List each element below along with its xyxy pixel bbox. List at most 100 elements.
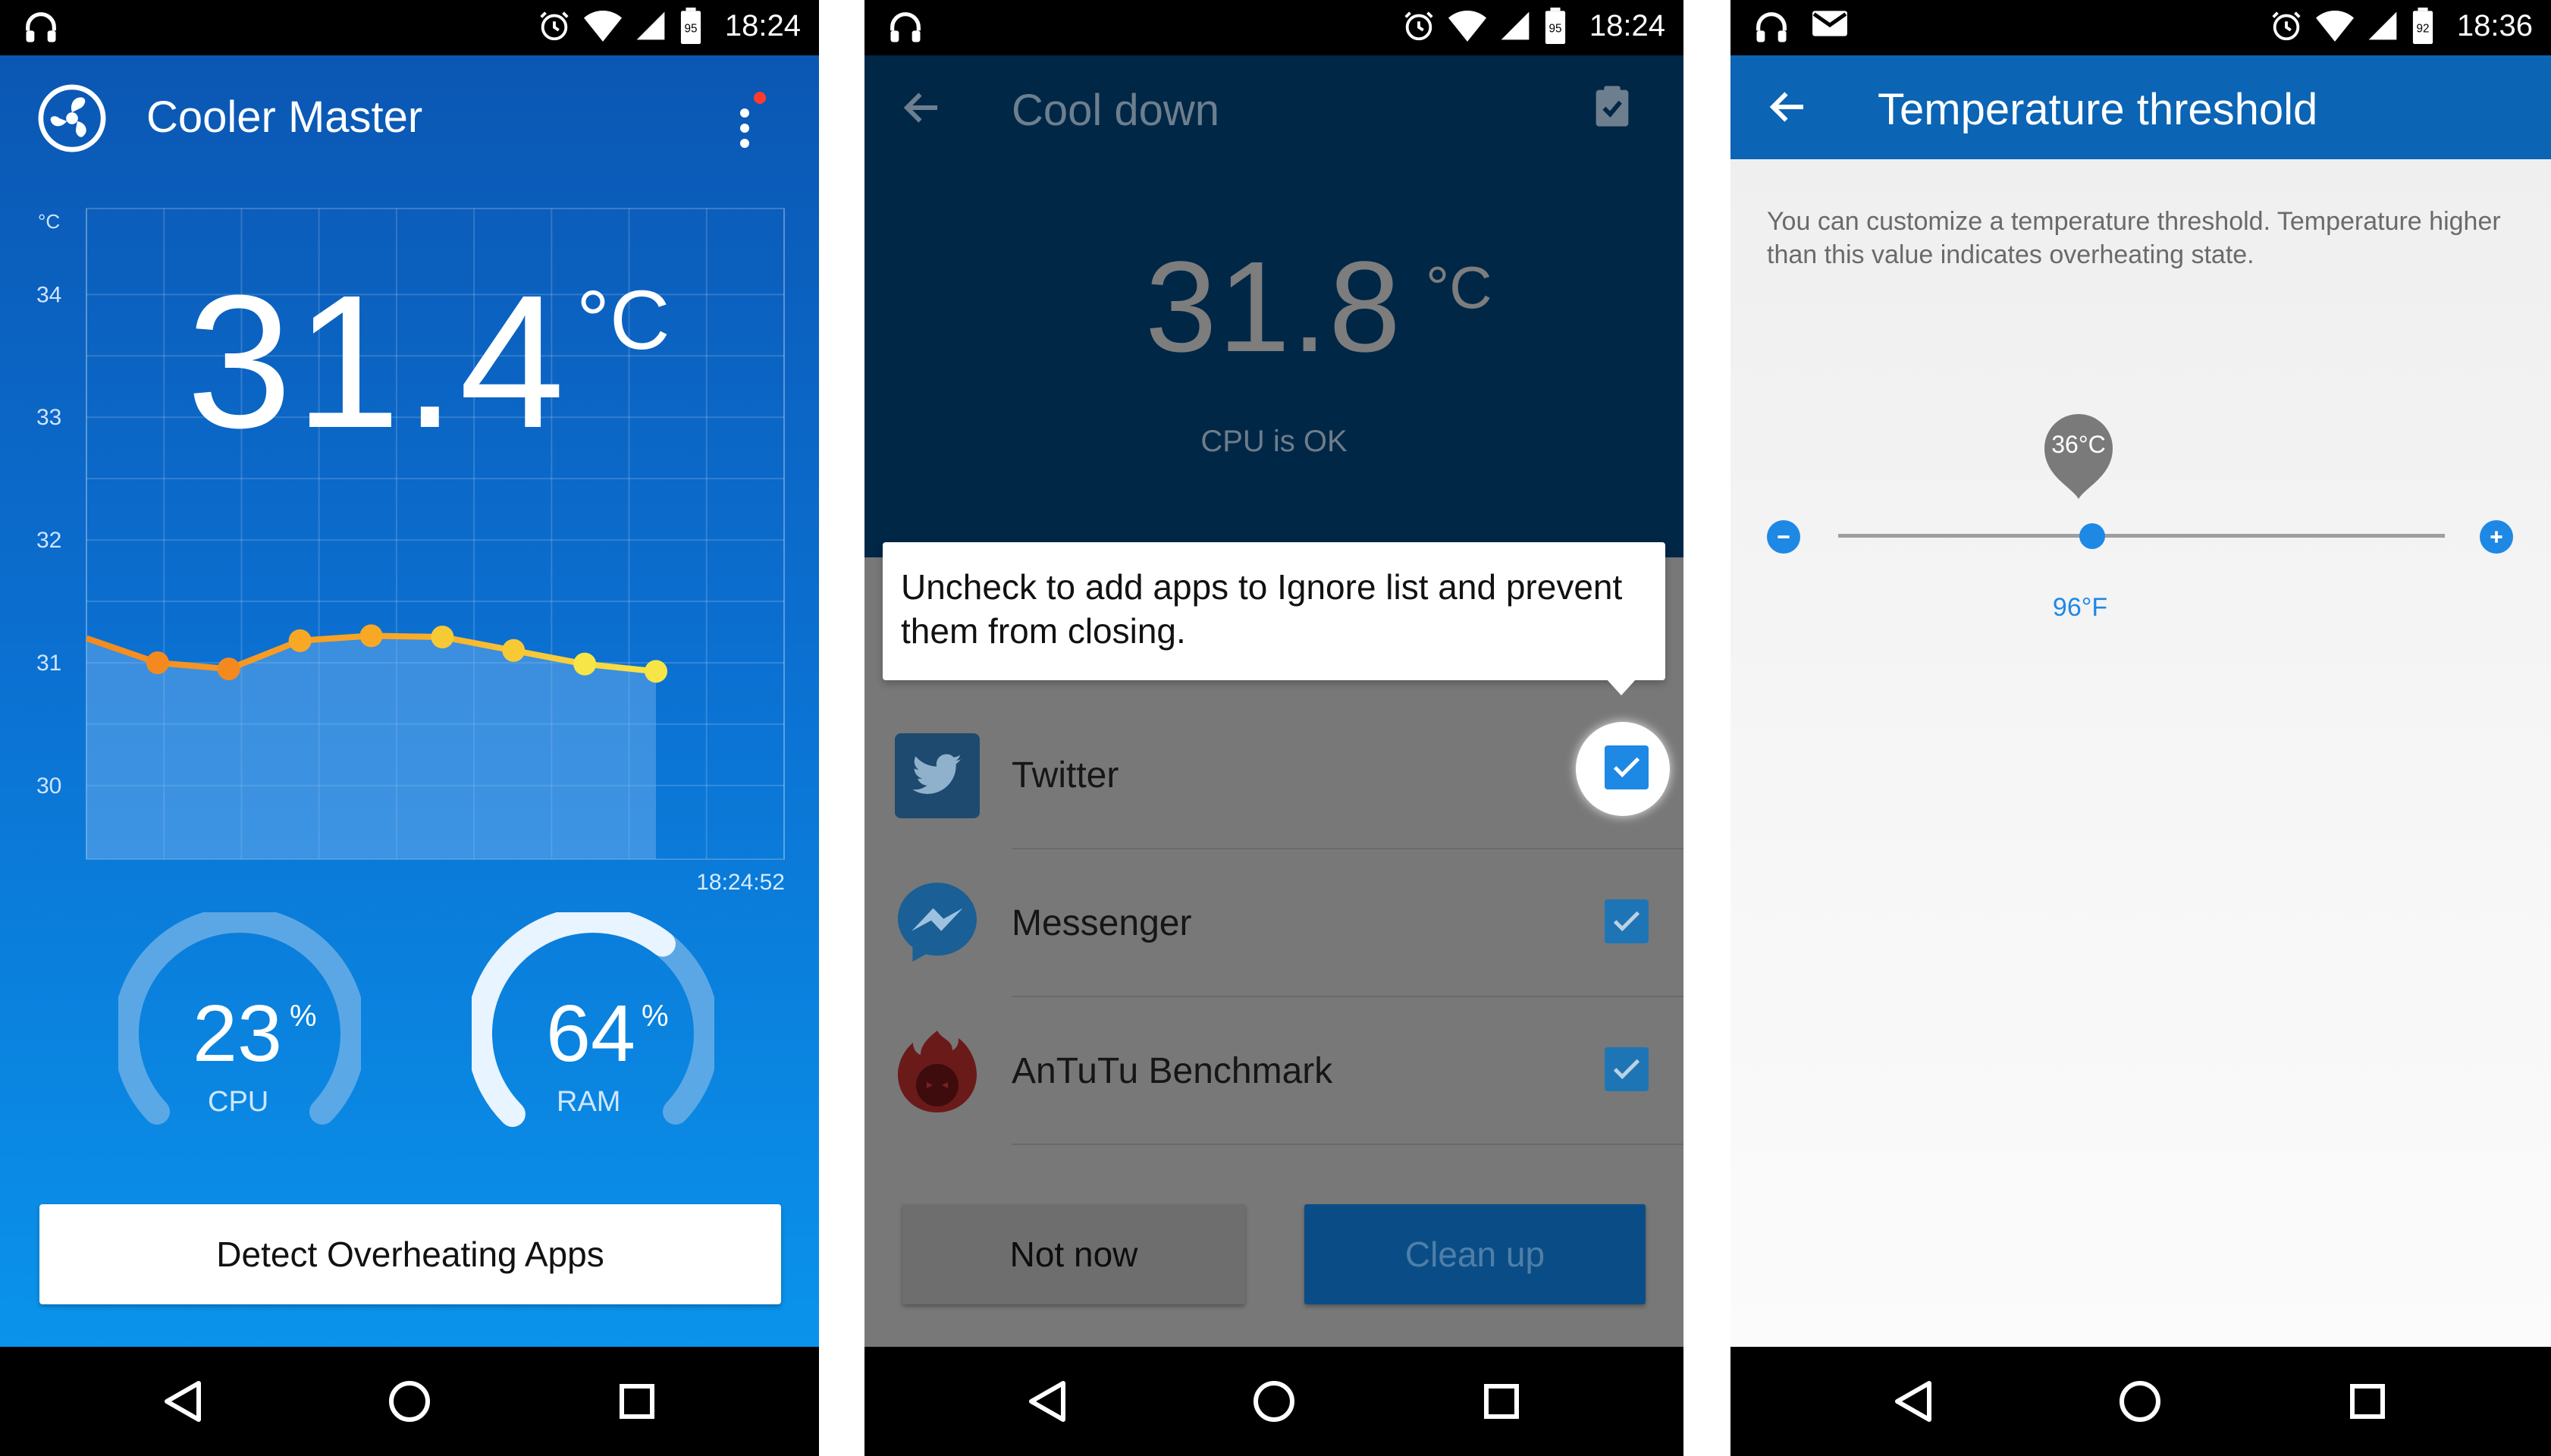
tooltip-arrow <box>1606 679 1636 695</box>
ram-unit: % <box>642 999 669 1033</box>
threshold-slider-track[interactable] <box>1838 534 2445 538</box>
ram-label: RAM <box>557 1086 621 1118</box>
status-time: 18:24 <box>1589 8 1665 42</box>
back-button[interactable] <box>1765 84 1811 130</box>
y-tick-label: 34 <box>36 282 61 307</box>
nav-back-button[interactable] <box>1018 1373 1075 1430</box>
app-bar: Cooler Master <box>0 55 819 183</box>
messenger-app-icon <box>898 883 977 962</box>
cool-down-screen: 95 18:24 Cool down 31.8 °C CPU is OK Twi… <box>864 0 1683 1456</box>
tooltip-text: Uncheck to add apps to Ignore list and p… <box>901 567 1623 651</box>
cpu-label: CPU <box>208 1086 269 1118</box>
status-bar: 95 18:24 <box>864 0 1683 55</box>
arrow-back-icon <box>903 93 937 123</box>
y-tick-label: 30 <box>36 774 61 799</box>
home-circle-icon <box>1254 1381 1294 1422</box>
fan-logo-icon <box>38 84 106 152</box>
gmail-icon <box>1812 11 1847 36</box>
cpu-value: 23 <box>193 989 282 1078</box>
y-tick-label: 31 <box>36 651 61 676</box>
chart-area-fill <box>86 635 656 859</box>
chart-data-point <box>288 629 312 652</box>
cell-signal-icon <box>636 11 665 40</box>
app-name: Twitter <box>1012 755 1119 795</box>
chart-data-point <box>502 639 526 662</box>
chart-time-label: 18:24:52 <box>696 870 785 895</box>
cpu-unit: % <box>290 999 317 1033</box>
app-bar: Temperature threshold <box>1730 55 2551 159</box>
status-bar: 95 18:24 <box>0 0 819 55</box>
status-time: 18:36 <box>2456 8 2533 42</box>
messenger-checkbox[interactable] <box>1605 899 1649 943</box>
cell-signal-icon <box>1501 11 1530 40</box>
battery-level: 92 <box>2416 23 2429 36</box>
app-name: Messenger <box>1012 903 1192 943</box>
home-circle-icon <box>2120 1381 2160 1422</box>
navigation-bar <box>864 1347 1683 1456</box>
chart-data-point <box>217 657 240 681</box>
ignore-list-tooltip: Uncheck to add apps to Ignore list and p… <box>883 542 1665 680</box>
chart-data-point <box>573 652 597 676</box>
alarm-icon <box>540 11 569 41</box>
check-icon <box>1613 911 1640 932</box>
twitter-checkbox[interactable] <box>1605 745 1649 789</box>
battery-level: 95 <box>684 23 697 36</box>
chart-data-point <box>146 651 169 674</box>
cooler-master-main-screen: 95 18:24 Cooler Master °C 34 33 32 31 30… <box>0 0 819 1456</box>
nav-home-button[interactable] <box>381 1373 438 1430</box>
threshold-slider-thumb[interactable] <box>2079 523 2105 549</box>
detect-overheating-apps-button[interactable]: Detect Overheating Apps <box>39 1204 781 1304</box>
decrease-button[interactable] <box>1767 520 1800 554</box>
app-name: AnTuTu Benchmark <box>1012 1051 1333 1091</box>
nav-recents-button[interactable] <box>1473 1373 1530 1430</box>
status-time: 18:24 <box>724 8 801 42</box>
increase-button[interactable] <box>2480 520 2513 554</box>
temperature-unit: °C <box>1426 254 1492 321</box>
headphones-icon <box>890 12 921 42</box>
check-icon <box>1613 1059 1640 1080</box>
antutu-app-icon <box>898 1031 977 1112</box>
nav-recents-button[interactable] <box>608 1373 666 1430</box>
nav-back-button[interactable] <box>153 1373 211 1430</box>
back-triangle-icon <box>1029 1381 1065 1422</box>
not-now-button[interactable]: Not now <box>902 1204 1245 1304</box>
clean-up-button[interactable]: Clean up <box>1304 1204 1646 1304</box>
temperature-unit: °C <box>576 274 670 367</box>
current-temperature: 31.8 <box>1145 235 1402 379</box>
minus-icon <box>1778 535 1790 538</box>
y-tick-label: 32 <box>36 528 61 553</box>
settings-body <box>1730 159 2551 1347</box>
clipboard-check-button[interactable] <box>1588 82 1636 130</box>
recents-square-icon <box>620 1384 654 1419</box>
page-title: Temperature threshold <box>1878 85 2318 134</box>
slider-fahrenheit-value: 96°F <box>2052 593 2108 622</box>
nav-recents-button[interactable] <box>2339 1373 2396 1430</box>
antutu-checkbox[interactable] <box>1605 1047 1649 1091</box>
threshold-description: You can customize a temperature threshol… <box>1767 207 2501 269</box>
cpu-status-text: CPU is OK <box>1200 425 1348 458</box>
headphones-icon <box>26 12 56 42</box>
y-tick-label: 33 <box>36 405 61 430</box>
overflow-menu-button[interactable] <box>728 90 766 158</box>
check-icon <box>1613 757 1640 778</box>
nav-home-button[interactable] <box>2111 1373 2169 1430</box>
alarm-icon <box>1404 11 1433 41</box>
cell-signal-icon <box>2368 11 2397 40</box>
nav-back-button[interactable] <box>1884 1373 1941 1430</box>
list-item-twitter[interactable]: Twitter <box>864 701 1683 849</box>
twitter-app-icon <box>895 733 980 818</box>
battery-icon: 95 <box>1545 8 1565 44</box>
chart-data-point <box>359 624 383 648</box>
list-item-messenger[interactable]: Messenger <box>864 849 1683 997</box>
battery-icon: 95 <box>680 8 701 44</box>
wifi-icon <box>2315 11 2354 42</box>
list-item-antutu[interactable]: AnTuTu Benchmark <box>864 997 1683 1145</box>
alarm-icon <box>2272 11 2301 41</box>
navigation-bar <box>1730 1347 2551 1456</box>
back-button[interactable] <box>899 85 945 130</box>
slider-celsius-value: 36°C <box>2051 431 2106 458</box>
notification-dot <box>754 92 766 104</box>
nav-home-button[interactable] <box>1245 1373 1303 1430</box>
clipboard-check-icon <box>1596 86 1629 127</box>
temperature-threshold-screen: 92 18:36 Temperature threshold You can c… <box>1730 0 2551 1456</box>
